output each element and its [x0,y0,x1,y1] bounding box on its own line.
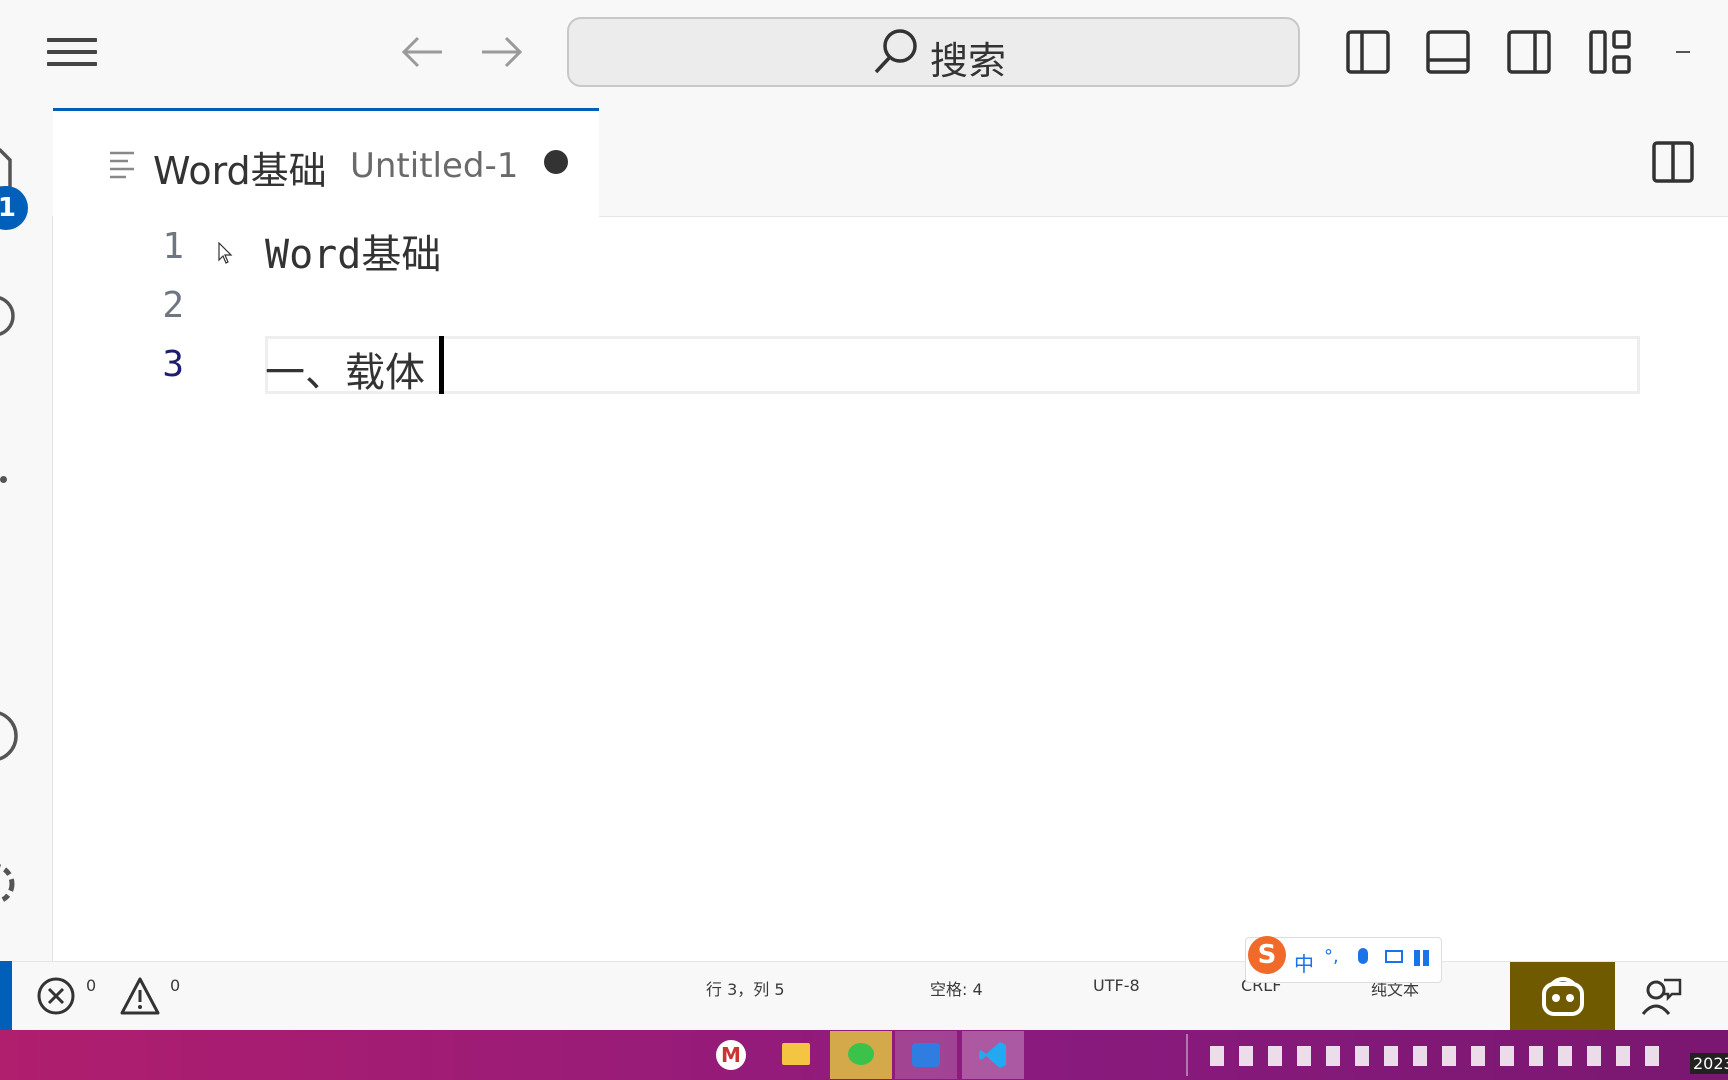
sogou-logo-icon[interactable]: S [1248,936,1286,974]
error-icon[interactable] [36,976,76,1020]
line-number-active: 3 [162,344,184,385]
mouse-pointer-icon [218,241,234,268]
taskbar-app-wechat-icon[interactable] [830,1031,892,1079]
source-control-icon[interactable] [0,476,7,483]
microphone-icon[interactable] [1358,948,1368,964]
current-line-highlight [265,336,1640,394]
indentation[interactable]: 空格: 4 [930,976,983,1000]
taskbar-app-vscode-icon[interactable] [962,1031,1024,1079]
ime-mode[interactable]: 中 [1294,948,1314,977]
code-line[interactable]: Word基础 [265,222,441,280]
cursor-position[interactable]: 行 3，列 5 [706,976,785,1000]
taskbar-divider [1186,1034,1188,1076]
taskbar-app-meeting-icon[interactable] [895,1031,957,1079]
toolbox-icon[interactable] [1414,950,1430,966]
encoding[interactable]: UTF-8 [1093,976,1140,995]
system-tray-icons[interactable] [1210,1046,1670,1066]
keyboard-icon[interactable] [1385,950,1403,963]
unsaved-dot-icon[interactable] [544,150,568,174]
remote-indicator[interactable] [0,961,12,1030]
minimize-icon[interactable] [1676,51,1690,53]
warning-count[interactable]: 0 [170,976,180,995]
customize-layout-icon[interactable] [1588,28,1634,76]
toggle-panel-icon[interactable] [1425,28,1471,76]
code-line[interactable]: 一、载体 [265,340,425,398]
search-label: 搜索 [930,39,1007,83]
forward-arrow-icon[interactable] [478,30,526,74]
status-bar [0,961,1728,1030]
split-editor-icon[interactable] [1652,140,1694,188]
line-number: 2 [162,285,184,326]
gear-icon[interactable] [0,856,20,916]
tab-title: Word基础 [153,149,327,193]
warning-icon[interactable] [119,976,161,1020]
toggle-primary-sidebar-icon[interactable] [1345,28,1391,76]
tab-description: Untitled-1 [350,146,519,186]
copilot-icon [1540,974,1586,1022]
menu-icon[interactable] [40,30,100,74]
back-arrow-icon[interactable] [398,30,446,74]
taskbar-app-folder-icon[interactable] [765,1031,827,1079]
toggle-secondary-sidebar-icon[interactable] [1506,28,1552,76]
error-count[interactable]: 0 [86,976,96,995]
plaintext-file-icon [108,150,136,184]
taskbar-app-gmail-icon[interactable]: M [700,1031,762,1079]
feedback-icon[interactable] [1640,976,1684,1022]
account-icon[interactable] [0,706,18,770]
text-cursor [439,336,444,394]
search-view-icon[interactable] [0,294,16,342]
ime-punctuation[interactable]: °, [1324,946,1339,967]
taskbar-clock[interactable]: 2023/ [1690,1053,1728,1074]
line-number: 1 [162,226,184,267]
search-icon [872,26,920,80]
editor-area[interactable] [53,217,1728,961]
activity-bar [0,106,53,961]
